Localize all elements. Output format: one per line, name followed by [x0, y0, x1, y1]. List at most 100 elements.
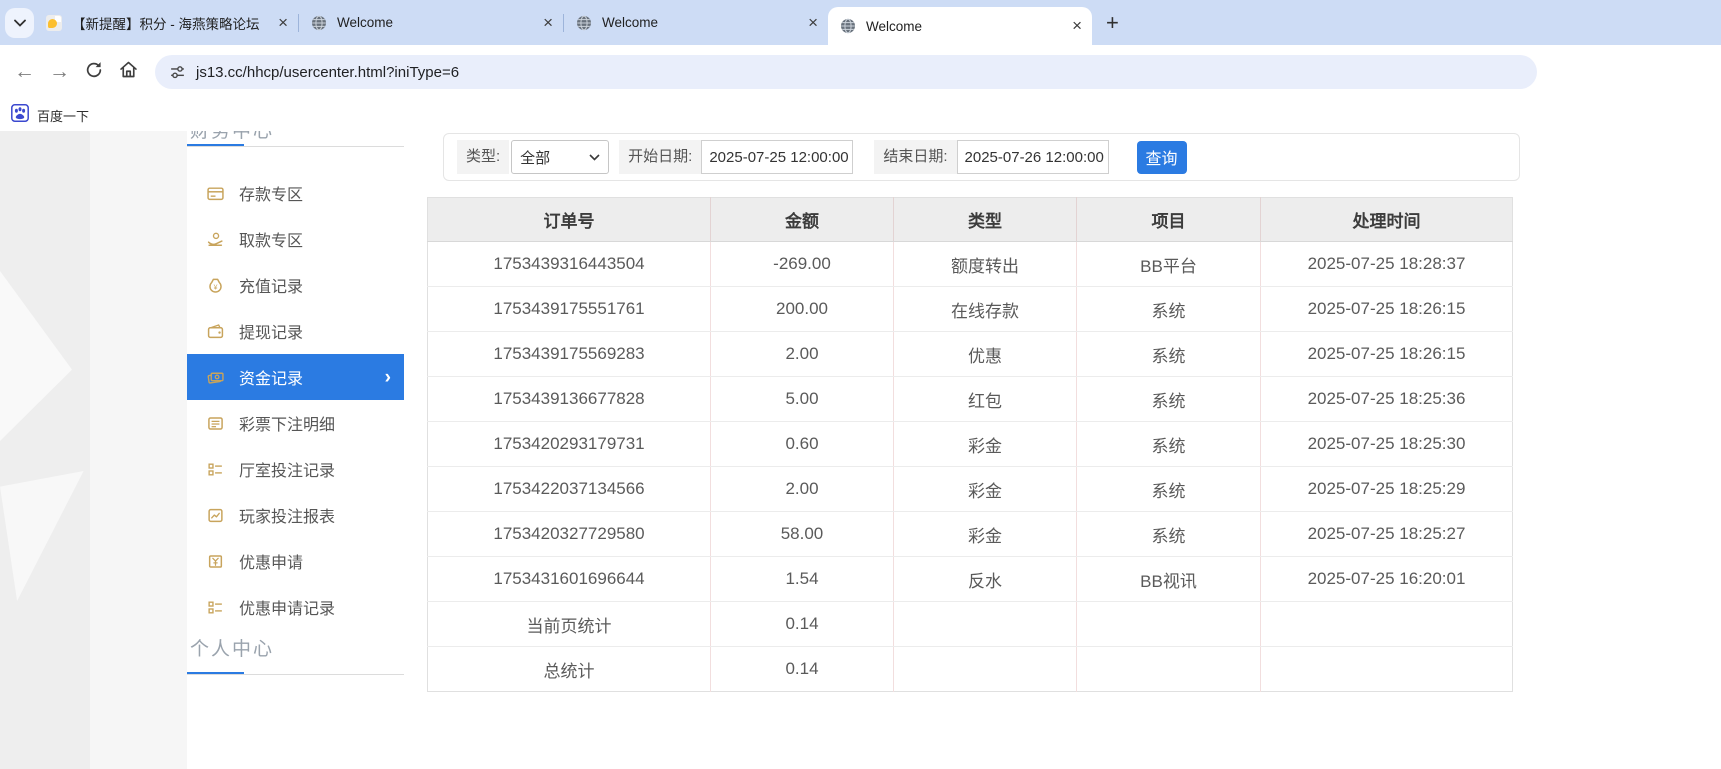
- cell-type: 彩金: [893, 421, 1077, 467]
- cell-project: 系统: [1076, 331, 1261, 377]
- sidebar-item-withdrawal-records[interactable]: 提现记录: [187, 308, 404, 354]
- table-row[interactable]: 1753420327729580 58.00 彩金 系统 2025-07-25 …: [427, 511, 1513, 557]
- cell-amount: -269.00: [710, 241, 894, 287]
- cell-project: 系统: [1076, 421, 1261, 467]
- cell-amount: 2.00: [710, 466, 894, 512]
- cell-order: 总统计: [427, 646, 711, 692]
- cell-type: 优惠: [893, 331, 1077, 377]
- tab-title: Welcome: [866, 18, 923, 34]
- tab-search-button[interactable]: [5, 7, 34, 38]
- funds-records-table: 订单号 金额 类型 项目 处理时间 1753439316443504 -269.…: [427, 197, 1513, 692]
- tab-welcome-2[interactable]: Welcome ×: [564, 0, 828, 45]
- query-button[interactable]: 查询: [1136, 140, 1187, 174]
- cell-time: 2025-07-25 18:26:15: [1260, 331, 1513, 377]
- withdrawal-wallet-icon: [207, 323, 224, 340]
- table-row[interactable]: 1753431601696644 1.54 反水 BB视讯 2025-07-25…: [427, 556, 1513, 602]
- cell-time: 2025-07-25 18:25:29: [1260, 466, 1513, 512]
- forward-icon[interactable]: →: [49, 61, 70, 83]
- tab-title: 【新提醒】积分 - 海燕策略论坛: [72, 16, 260, 32]
- end-date-label: 结束日期:: [874, 140, 957, 174]
- back-icon[interactable]: ←: [14, 61, 35, 83]
- table-body: 1753439316443504 -269.00 额度转出 BB平台 2025-…: [427, 241, 1513, 692]
- tab-forum[interactable]: 【新提醒】积分 - 海燕策略论坛 ×: [34, 0, 298, 45]
- globe-icon: [576, 15, 592, 31]
- personal-section-title: 个人中心: [190, 639, 275, 660]
- col-header-amount: 金额: [710, 197, 894, 242]
- sidebar-item-deposit[interactable]: 存款专区: [187, 170, 404, 216]
- cell-order: 1753420327729580: [427, 511, 711, 557]
- col-header-order: 订单号: [427, 197, 711, 242]
- sidebar-item-label: 彩票下注明细: [239, 417, 336, 434]
- close-icon[interactable]: ×: [1072, 17, 1082, 34]
- url-text[interactable]: js13.cc/hhcp/usercenter.html?iniType=6: [196, 64, 459, 81]
- sidebar-item-label: 资金记录: [239, 371, 304, 388]
- usercenter-content: 财务中心 存款专区 取款专区 ¥ 充值记录 提现记录 资金记录 › 彩票下注明细…: [187, 131, 1721, 769]
- type-select[interactable]: 全部: [511, 140, 610, 174]
- sidebar-item-recharge-records[interactable]: ¥ 充值记录: [187, 262, 404, 308]
- new-tab-button[interactable]: +: [1106, 11, 1119, 34]
- cell-type: 反水: [893, 556, 1077, 602]
- background-band: [0, 131, 90, 769]
- cell-time: 2025-07-25 18:25:30: [1260, 421, 1513, 467]
- close-icon[interactable]: ×: [808, 14, 818, 31]
- reload-icon[interactable]: [84, 60, 104, 85]
- table-row[interactable]: 1753439175569283 2.00 优惠 系统 2025-07-25 1…: [427, 331, 1513, 377]
- finance-section-title: 财务中心: [190, 131, 275, 142]
- table-row[interactable]: 总统计 0.14: [427, 646, 1513, 692]
- close-icon[interactable]: ×: [543, 14, 553, 31]
- sidebar-item-promo-records[interactable]: 优惠申请记录: [187, 584, 404, 630]
- page-background: [0, 131, 187, 769]
- tab-title: Welcome: [602, 15, 659, 30]
- table-row[interactable]: 1753420293179731 0.60 彩金 系统 2025-07-25 1…: [427, 421, 1513, 467]
- cell-amount: 1.54: [710, 556, 894, 602]
- sidebar-item-funds-records[interactable]: 资金记录 ›: [187, 354, 404, 400]
- cell-project: BB平台: [1076, 241, 1261, 287]
- deposit-card-icon: [207, 185, 224, 202]
- cell-order: 1753431601696644: [427, 556, 711, 602]
- end-date-input[interactable]: 2025-07-26 12:00:00: [956, 140, 1109, 174]
- table-row[interactable]: 当前页统计 0.14: [427, 601, 1513, 647]
- cell-type: 彩金: [893, 466, 1077, 512]
- cell-time: 2025-07-25 18:28:37: [1260, 241, 1513, 287]
- cell-order: 1753439316443504: [427, 241, 711, 287]
- promo-apply-icon: [207, 553, 224, 570]
- sidebar-item-promo-apply[interactable]: 优惠申请: [187, 538, 404, 584]
- col-header-project: 项目: [1076, 197, 1261, 242]
- sidebar-item-lottery-detail[interactable]: 彩票下注明细: [187, 400, 404, 446]
- cell-time: 2025-07-25 16:20:01: [1260, 556, 1513, 602]
- col-header-type: 类型: [893, 197, 1077, 242]
- sidebar-item-label: 厅室投注记录: [239, 463, 336, 480]
- address-bar[interactable]: js13.cc/hhcp/usercenter.html?iniType=6: [155, 55, 1537, 89]
- funds-notes-icon: [207, 369, 224, 386]
- start-date-label: 开始日期:: [619, 140, 702, 174]
- browser-window: 【新提醒】积分 - 海燕策略论坛 × Welcome × Welcome × W…: [0, 0, 1721, 769]
- table-row[interactable]: 1753439175551761 200.00 在线存款 系统 2025-07-…: [427, 286, 1513, 332]
- section-underline: [187, 146, 404, 147]
- cell-project: [1076, 646, 1261, 692]
- table-row[interactable]: 1753439136677828 5.00 红包 系统 2025-07-25 1…: [427, 376, 1513, 422]
- tab-welcome-1[interactable]: Welcome ×: [299, 0, 563, 45]
- cell-order: 1753420293179731: [427, 421, 711, 467]
- start-date-input[interactable]: 2025-07-25 12:00:00: [701, 140, 854, 174]
- filter-bar: 类型: 全部 开始日期: 2025-07-25 12:00:00 结束日期: 2…: [443, 133, 1520, 181]
- sidebar-item-player-bet-report[interactable]: 玩家投注报表: [187, 492, 404, 538]
- site-settings-icon[interactable]: [169, 64, 186, 81]
- table-row[interactable]: 1753439316443504 -269.00 额度转出 BB平台 2025-…: [427, 241, 1513, 287]
- close-icon[interactable]: ×: [278, 14, 288, 31]
- chevron-down-icon: [589, 153, 600, 161]
- table-row[interactable]: 1753422037134566 2.00 彩金 系统 2025-07-25 1…: [427, 466, 1513, 512]
- tab-strip: 【新提醒】积分 - 海燕策略论坛 × Welcome × Welcome × W…: [0, 0, 1721, 45]
- bookmark-baidu[interactable]: 百度一下: [37, 106, 89, 125]
- cell-project: 系统: [1076, 511, 1261, 557]
- cell-time: 2025-07-25 18:25:36: [1260, 376, 1513, 422]
- sidebar-item-hall-bet-records[interactable]: 厅室投注记录: [187, 446, 404, 492]
- bookmarks-bar: 百度一下: [0, 99, 1721, 131]
- cell-amount: 0.60: [710, 421, 894, 467]
- baidu-paw-icon: [11, 103, 29, 127]
- cell-amount: 2.00: [710, 331, 894, 377]
- sidebar-item-label: 优惠申请: [239, 555, 304, 572]
- home-icon[interactable]: [118, 59, 139, 85]
- tab-welcome-active[interactable]: Welcome ×: [828, 7, 1092, 45]
- forum-favicon: [46, 14, 62, 31]
- sidebar-item-withdraw[interactable]: 取款专区: [187, 216, 404, 262]
